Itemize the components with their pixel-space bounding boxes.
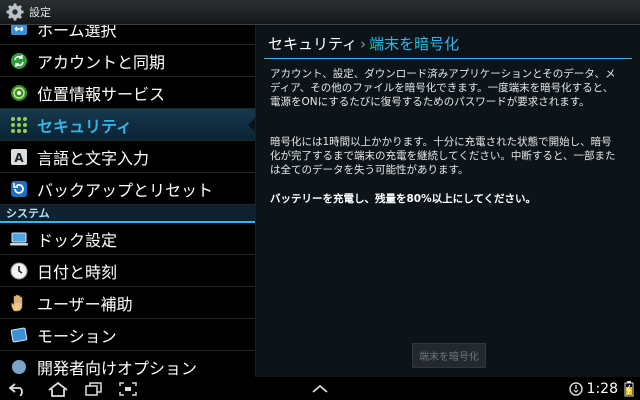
- description-paragraph: アカウント、設定、ダウンロード済みアプリケーションとそのデータ、メディア、その他…: [270, 68, 616, 108]
- keyboard-a-icon: A: [10, 148, 28, 166]
- sidebar-item-language-input[interactable]: A 言語と文字入力: [0, 141, 255, 173]
- sidebar-item-label: アカウントと同期: [37, 52, 166, 72]
- app-title: 設定: [29, 6, 51, 19]
- sidebar-item-label: ユーザー補助: [37, 294, 133, 314]
- sidebar-item-accounts-sync[interactable]: アカウントと同期: [0, 45, 255, 77]
- tablet-motion-icon: [10, 326, 28, 344]
- sidebar-item-location[interactable]: 位置情報サービス: [0, 77, 255, 109]
- breadcrumb-current: 端末を暗号化: [369, 35, 460, 53]
- sidebar-item-backup-reset[interactable]: バックアップとリセット: [0, 173, 255, 205]
- home-switch-icon: [10, 25, 28, 38]
- sidebar-item-security[interactable]: セキュリティ: [0, 109, 255, 141]
- screenshot-icon[interactable]: [116, 379, 140, 398]
- title-divider: [264, 58, 632, 59]
- breadcrumb-separator: ›: [360, 35, 367, 53]
- backup-reset-icon: [10, 180, 28, 198]
- detail-pane: セキュリティ › 端末を暗号化 アカウント、設定、ダウンロード済みアプリケーションと…: [256, 25, 640, 377]
- chevron-up-icon[interactable]: [308, 379, 332, 398]
- sidebar-item-accessibility[interactable]: ユーザー補助: [0, 287, 255, 319]
- sidebar-item-label: バックアップとリセット: [37, 180, 214, 200]
- gear-icon: [6, 3, 24, 21]
- location-icon: [10, 84, 28, 102]
- sidebar-item-date-time[interactable]: 日付と時刻: [0, 255, 255, 287]
- hand-icon: [10, 294, 28, 312]
- laptop-icon: [10, 230, 28, 248]
- status-area[interactable]: 1:28: [568, 379, 634, 398]
- developer-icon: [10, 358, 28, 376]
- clock: 1:28: [586, 380, 618, 397]
- clock-icon: [10, 262, 28, 280]
- sidebar-item-label: 位置情報サービス: [37, 84, 166, 104]
- sidebar-item-label: モーション: [37, 326, 117, 346]
- system-nav-bar: 1:28: [0, 377, 640, 400]
- security-grid-icon: [10, 116, 28, 134]
- sidebar-item-developer-options[interactable]: 開発者向けオプション: [0, 351, 255, 377]
- warning-paragraph: 暗号化には1時間以上かかります。十分に充電された状態で開始し、暗号化が完了するま…: [270, 136, 616, 176]
- battery-charging-icon: [624, 380, 634, 396]
- home-icon[interactable]: [46, 379, 70, 398]
- breadcrumb: セキュリティ › 端末を暗号化: [268, 33, 459, 54]
- sidebar-item-label: ドック設定: [37, 230, 118, 250]
- sidebar-item-label: 開発者向けオプション: [37, 358, 198, 378]
- battery-requirement-text: バッテリーを充電し、残量を80%以上にしてください。: [270, 193, 537, 205]
- breadcrumb-parent[interactable]: セキュリティ: [268, 35, 357, 53]
- sidebar-item-motion[interactable]: モーション: [0, 319, 255, 351]
- sidebar-item-dock[interactable]: ドック設定: [0, 223, 255, 255]
- section-header-system: システム: [0, 205, 255, 223]
- back-icon[interactable]: [6, 379, 30, 398]
- sidebar-item-label: 言語と文字入力: [37, 148, 150, 168]
- recent-apps-icon[interactable]: [82, 379, 106, 398]
- sidebar-item-label: セキュリティ: [37, 116, 133, 136]
- encrypt-device-button[interactable]: 端末を暗号化: [412, 343, 486, 368]
- sidebar-item-home-select[interactable]: ホーム選択: [0, 25, 255, 45]
- sync-icon: [10, 52, 28, 70]
- sync-status-icon: [568, 381, 583, 396]
- title-bar: 設定: [0, 0, 640, 25]
- sidebar-item-label: ホーム選択: [37, 25, 117, 40]
- settings-sidebar[interactable]: ホーム選択 アカウントと同期 位置情報サービス セキュリティ A 言語と文字入力: [0, 25, 256, 377]
- sidebar-item-label: 日付と時刻: [37, 262, 118, 282]
- svg-text:A: A: [14, 151, 24, 165]
